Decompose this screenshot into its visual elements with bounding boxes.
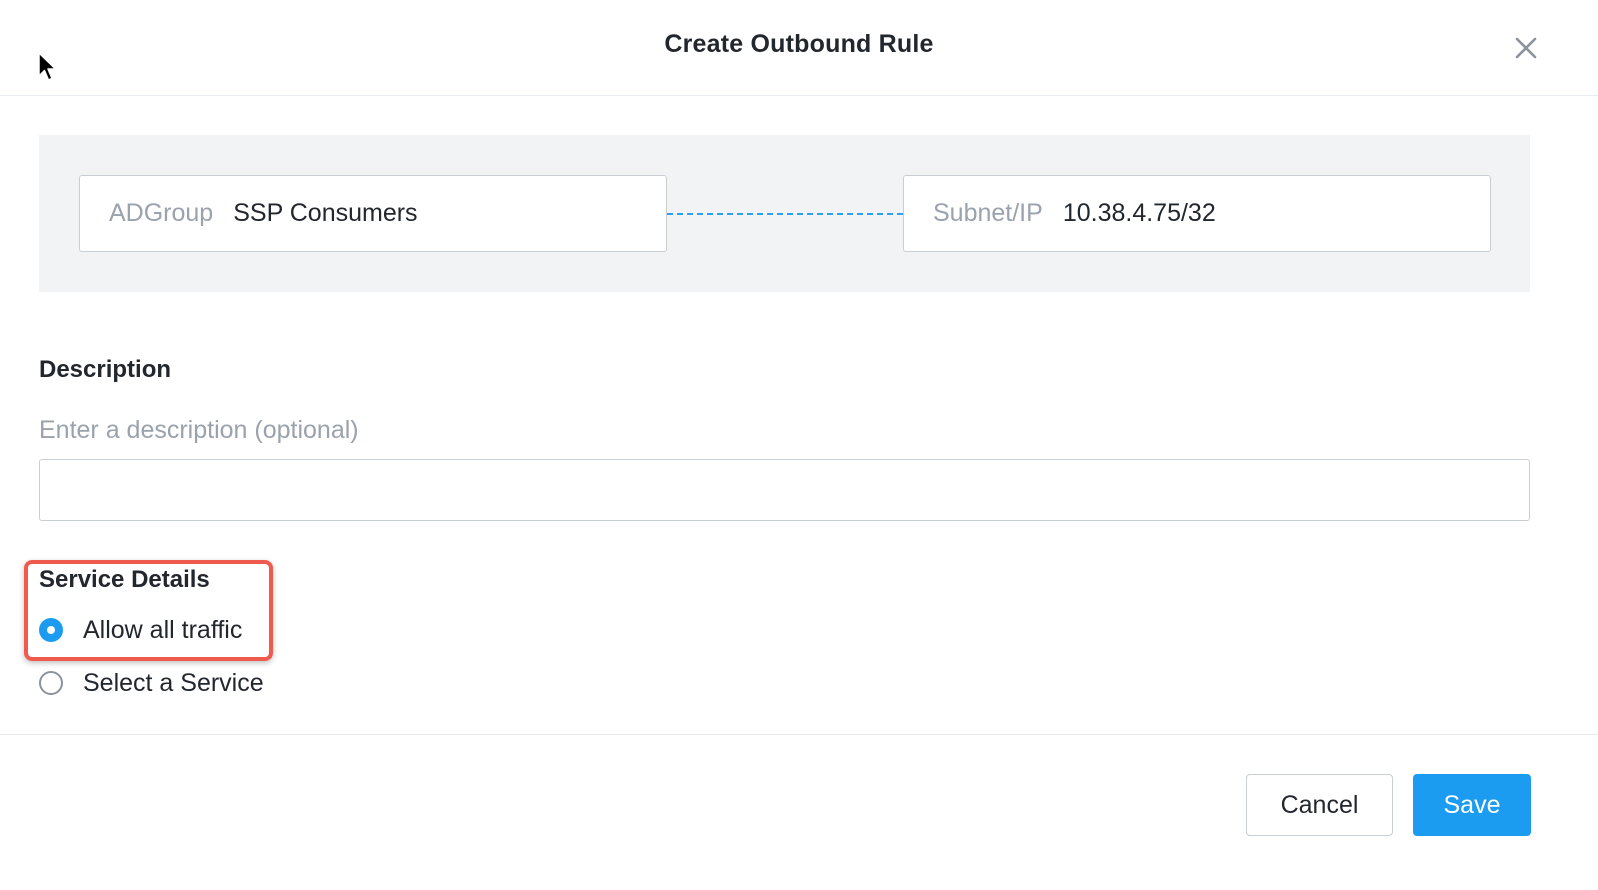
create-outbound-rule-dialog: Create Outbound Rule ADGroup SSP Consume… [0, 0, 1598, 890]
dialog-footer: Cancel Save [0, 734, 1598, 890]
description-input[interactable] [39, 459, 1530, 521]
dialog-title: Create Outbound Rule [664, 30, 934, 58]
target-value: 10.38.4.75/32 [1062, 199, 1216, 227]
source-type-label: ADGroup [109, 199, 214, 227]
radio-option-allow-all-traffic[interactable]: Allow all traffic [39, 615, 242, 645]
close-icon [1515, 37, 1537, 59]
radio-unselected-icon[interactable] [39, 671, 63, 695]
target-type-label: Subnet/IP [933, 199, 1043, 227]
save-button[interactable]: Save [1413, 774, 1531, 836]
rule-flow-panel: ADGroup SSP Consumers Subnet/IP 10.38.4.… [39, 135, 1530, 292]
radio-label-allow-all-traffic: Allow all traffic [83, 615, 243, 644]
service-details-heading: Service Details [39, 566, 210, 593]
mouse-pointer-icon [38, 52, 57, 81]
radio-option-select-a-service[interactable]: Select a Service [39, 668, 264, 698]
source-entity-box[interactable]: ADGroup SSP Consumers [79, 175, 667, 252]
dialog-header: Create Outbound Rule [0, 0, 1598, 96]
radio-selected-icon[interactable] [39, 618, 63, 642]
target-entity-box[interactable]: Subnet/IP 10.38.4.75/32 [903, 175, 1491, 252]
description-hint: Enter a description (optional) [39, 416, 359, 444]
close-button[interactable] [1506, 28, 1546, 68]
description-heading: Description [39, 356, 172, 383]
flow-connector-line [667, 213, 903, 215]
radio-label-select-a-service: Select a Service [83, 668, 264, 697]
source-value: SSP Consumers [233, 199, 418, 227]
cancel-button[interactable]: Cancel [1246, 774, 1393, 836]
